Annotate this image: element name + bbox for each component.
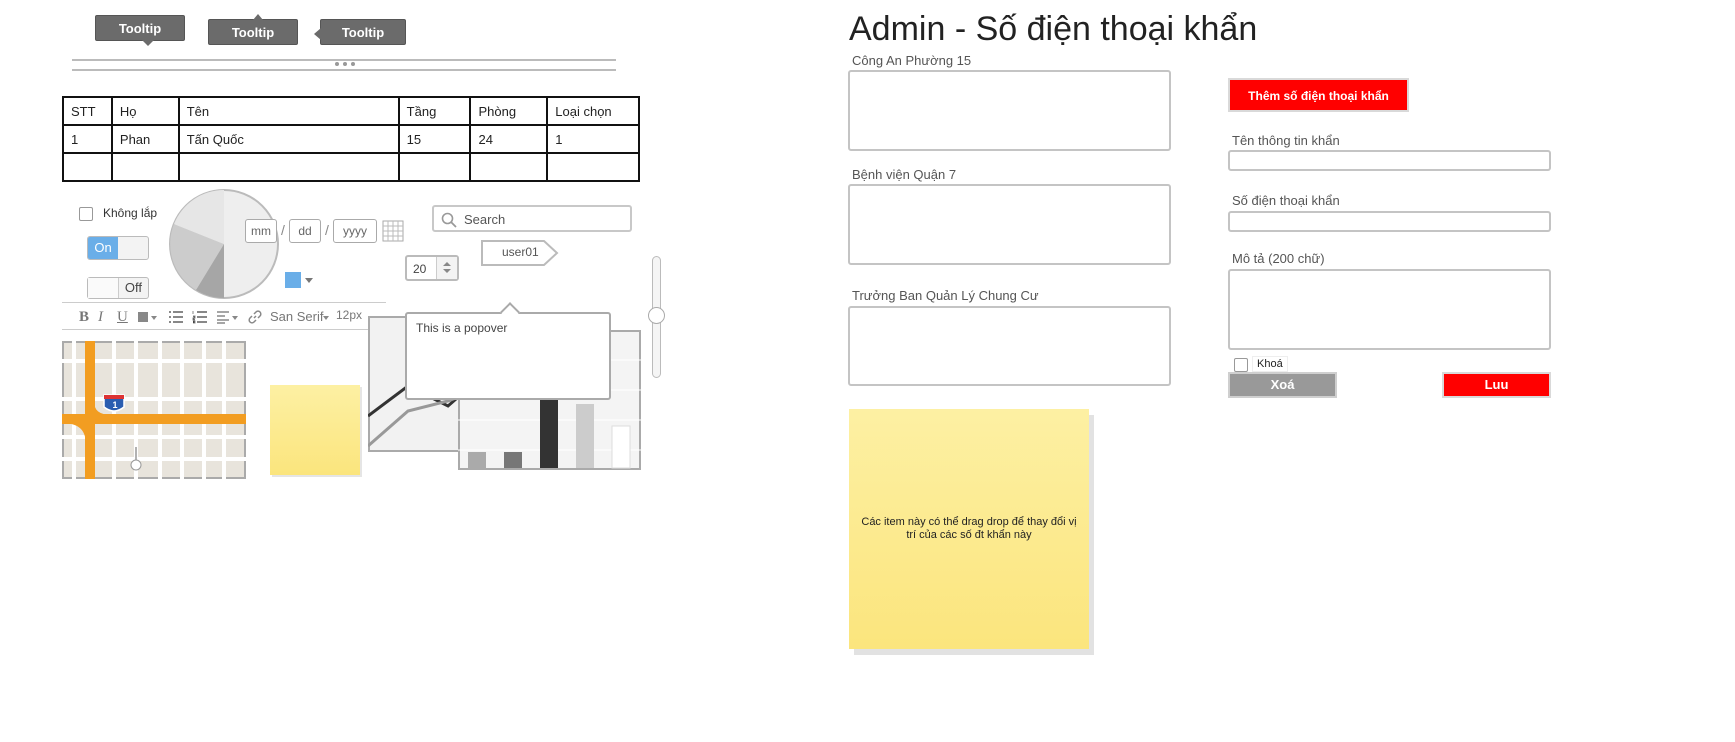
lock-checkbox[interactable] <box>1234 358 1248 372</box>
table-header-cell: Phòng <box>469 96 549 126</box>
sticky-note: Các item này có thể drag drop để thay đổ… <box>849 409 1089 649</box>
delete-button[interactable]: Xoá <box>1228 372 1337 398</box>
underline-button[interactable]: U <box>117 309 128 326</box>
table-cell: Phan <box>110 124 180 154</box>
pie-chart <box>169 189 279 299</box>
editor-toolbar: B I U San Serif 12px <box>62 302 386 330</box>
date-mm-input[interactable]: mm <box>245 219 277 243</box>
stepper-value: 20 <box>413 262 427 276</box>
khong-lap-checkbox[interactable] <box>79 207 93 221</box>
table-cell: 15 <box>397 124 472 154</box>
map-view[interactable] <box>62 341 246 479</box>
date-yyyy-input[interactable]: yyyy <box>333 219 377 243</box>
table-cell: 1 <box>546 124 640 154</box>
table-header-cell: Loại chọn <box>546 96 640 126</box>
numbered-list-icon[interactable] <box>192 310 208 324</box>
color-picker[interactable] <box>285 272 315 290</box>
contact-label: Bệnh viện Quận 7 <box>852 167 957 182</box>
toggle-off-label: Off <box>124 280 142 295</box>
align-icon[interactable] <box>216 310 230 324</box>
table-cell <box>546 152 640 182</box>
table-row[interactable]: 1 Phan Tấn Quốc 15 24 1 <box>62 124 640 154</box>
bold-button[interactable]: B <box>79 309 89 326</box>
table-header-cell: Tầng <box>397 96 472 126</box>
chevron-down-icon <box>232 316 238 320</box>
lock-label: Khoá <box>1252 356 1288 372</box>
sticky-note-text: Các item này có thể drag drop để thay đổ… <box>861 516 1077 541</box>
contact-card[interactable] <box>848 70 1171 151</box>
name-label: Tên thông tin khẩn <box>1232 133 1340 148</box>
chevron-down-icon <box>305 278 313 283</box>
table-cell <box>110 152 180 182</box>
table-cell <box>62 152 113 182</box>
data-table: STT Họ Tên Tầng Phòng Loại chọn 1 Phan T… <box>62 96 640 182</box>
khong-lap-label: Không lắp <box>103 206 158 220</box>
table-header-row: STT Họ Tên Tầng Phòng Loại chọn <box>62 96 640 126</box>
quantity-stepper[interactable]: 20 <box>405 255 459 281</box>
toggle-on[interactable]: On <box>87 236 149 260</box>
table-header-cell: STT <box>62 96 113 126</box>
table-header-cell: Tên <box>177 96 400 126</box>
contact-label: Công An Phường 15 <box>852 53 972 68</box>
sticky-note-small <box>270 385 360 475</box>
tooltip-left: Tooltip <box>314 19 406 45</box>
font-family-select[interactable]: San Serif <box>270 309 323 324</box>
search-placeholder: Search <box>464 212 506 227</box>
popover-text: This is a popover <box>416 321 508 335</box>
highway-shield-number: 1 <box>112 400 118 410</box>
date-dd-input[interactable]: dd <box>289 219 321 243</box>
page-title: Admin - Số điện thoại khẩn <box>849 10 1258 48</box>
name-field[interactable] <box>1228 150 1551 171</box>
contact-card[interactable] <box>848 306 1171 386</box>
user-tag-label: user01 <box>502 245 539 259</box>
table-header-cell: Họ <box>110 96 180 126</box>
description-label: Mô tả (200 chữ) <box>1232 251 1325 266</box>
bullet-list-icon[interactable] <box>168 310 184 324</box>
text-color-icon[interactable] <box>138 312 148 322</box>
tooltip-bottom: Tooltip <box>95 15 185 46</box>
calendar-icon[interactable] <box>382 220 404 242</box>
table-row[interactable] <box>62 152 640 182</box>
phone-label: Số điện thoại khẩn <box>1232 193 1340 208</box>
toggle-off[interactable]: Off <box>87 277 149 299</box>
contact-card[interactable] <box>848 184 1171 265</box>
italic-button[interactable]: I <box>98 309 103 326</box>
link-icon[interactable] <box>248 310 262 324</box>
horizontal-splitter[interactable] <box>72 58 616 72</box>
color-swatch <box>285 272 301 288</box>
table-cell <box>177 152 400 182</box>
date-separator: / <box>325 222 329 238</box>
font-size-select[interactable]: 12px <box>336 308 362 322</box>
phone-field[interactable] <box>1228 211 1551 232</box>
contact-label: Trưởng Ban Quản Lý Chung Cư <box>852 288 1039 303</box>
toggle-on-label: On <box>88 237 118 259</box>
table-cell: 24 <box>469 124 549 154</box>
slider-handle[interactable] <box>648 307 665 324</box>
search-icon <box>441 212 457 228</box>
tooltip-top: Tooltip <box>208 14 298 45</box>
splitter-handle-icon[interactable] <box>332 62 358 68</box>
table-cell <box>397 152 472 182</box>
chevron-down-icon <box>323 316 329 320</box>
search-box[interactable]: Search <box>432 205 632 232</box>
add-emergency-number-button[interactable]: Thêm số điện thoại khẩn <box>1228 78 1409 112</box>
description-field[interactable] <box>1228 269 1551 350</box>
stepper-arrows-icon[interactable] <box>436 257 457 279</box>
table-cell: Tấn Quốc <box>177 124 400 154</box>
popover: This is a popover <box>405 302 611 400</box>
date-separator: / <box>281 222 285 238</box>
table-cell <box>469 152 549 182</box>
chevron-down-icon <box>151 316 157 320</box>
save-button[interactable]: Luu <box>1442 372 1551 398</box>
table-cell: 1 <box>62 124 113 154</box>
